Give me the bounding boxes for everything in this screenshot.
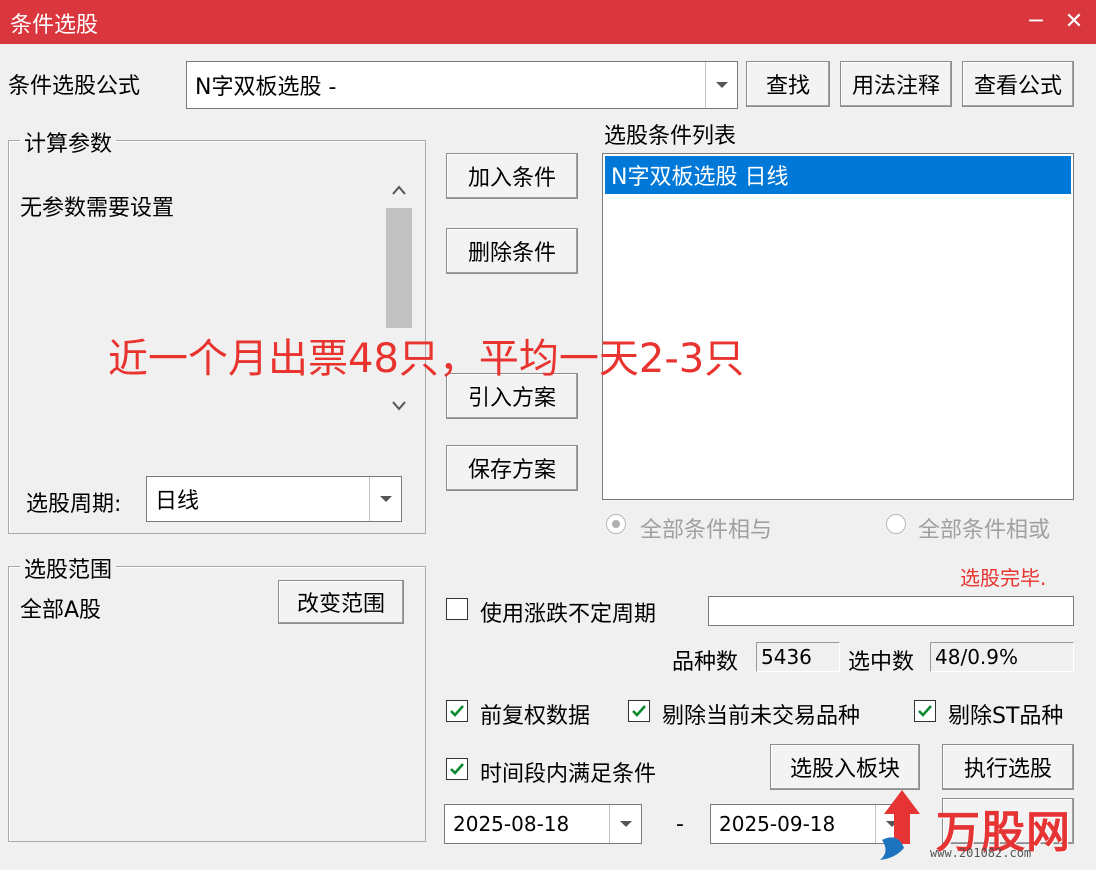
scroll-down-icon[interactable]	[391, 400, 407, 412]
selected-value: 48/0.9%	[930, 642, 1074, 672]
list-item[interactable]: N字双板选股 日线	[605, 156, 1071, 194]
adjust-checkbox[interactable]	[446, 700, 468, 722]
check-icon	[450, 705, 464, 717]
add-to-block-button[interactable]: 选股入板块	[770, 744, 920, 790]
chevron-down-icon	[379, 495, 392, 502]
params-scrollbar[interactable]	[384, 172, 414, 424]
variable-period-input[interactable]	[708, 596, 1074, 626]
exclude-untraded-label: 剔除当前未交易品种	[662, 704, 861, 729]
time-range-checkbox[interactable]	[446, 758, 468, 780]
count-label: 品种数	[672, 650, 739, 675]
change-scope-button[interactable]: 改变范围	[278, 580, 404, 624]
formula-value: N字双板选股 -	[195, 75, 337, 100]
check-icon	[918, 705, 932, 717]
variable-period-checkbox[interactable]	[446, 598, 468, 620]
exclude-st-label: 剔除ST品种	[948, 704, 1064, 729]
status-text: 选股完毕.	[960, 566, 1047, 590]
formula-label: 条件选股公式	[8, 74, 141, 99]
period-combobox[interactable]: 日线	[146, 476, 402, 522]
exclude-untraded-checkbox[interactable]	[628, 700, 650, 722]
start-date-picker[interactable]: 2025-08-18	[444, 804, 642, 844]
scope-value: 全部A股	[20, 598, 102, 623]
period-dropdown-arrow[interactable]	[369, 477, 401, 521]
period-value: 日线	[155, 489, 200, 514]
end-date-value: 2025-09-18	[719, 812, 836, 836]
start-date-value: 2025-08-18	[453, 812, 570, 836]
brand-logo-icon	[880, 790, 920, 860]
start-date-dropdown-arrow[interactable]	[609, 805, 641, 843]
scope-group-label: 选股范围	[20, 552, 117, 584]
period-label: 选股周期:	[26, 492, 122, 517]
params-text: 无参数需要设置	[20, 196, 175, 221]
chevron-down-icon	[715, 81, 728, 88]
exclude-st-checkbox[interactable]	[914, 700, 936, 722]
count-value: 5436	[756, 642, 840, 672]
title-bar	[0, 0, 1096, 44]
minimize-button[interactable]: ─	[1016, 0, 1056, 44]
save-plan-button[interactable]: 保存方案	[446, 445, 578, 491]
usage-notes-button[interactable]: 用法注释	[840, 61, 952, 107]
window-title: 条件选股	[10, 13, 99, 38]
params-group-label: 计算参数	[20, 126, 117, 158]
formula-combobox[interactable]: N字双板选股 -	[186, 61, 738, 109]
overlay-annotation: 近一个月出票48只，平均一天2-3只	[108, 336, 745, 382]
close-button[interactable]: ✕	[1054, 0, 1094, 44]
add-condition-button[interactable]: 加入条件	[446, 153, 578, 199]
variable-period-label: 使用涨跌不定周期	[480, 602, 657, 627]
scroll-up-icon[interactable]	[391, 184, 407, 196]
scrollbar-thumb[interactable]	[386, 208, 412, 328]
radio-or[interactable]	[886, 514, 906, 534]
radio-and-label: 全部条件相与	[640, 518, 773, 543]
check-icon	[632, 705, 646, 717]
date-separator: -	[676, 812, 684, 837]
view-formula-button[interactable]: 查看公式	[962, 61, 1074, 107]
radio-and[interactable]	[606, 514, 626, 534]
find-button[interactable]: 查找	[746, 61, 830, 107]
delete-condition-button[interactable]: 删除条件	[446, 228, 578, 274]
adjust-label: 前复权数据	[480, 704, 591, 729]
brand-url: www.201082.com	[930, 846, 1032, 860]
conditions-list-label: 选股条件列表	[604, 124, 737, 149]
radio-or-label: 全部条件相或	[918, 518, 1051, 543]
selected-label: 选中数	[848, 650, 915, 675]
time-range-label: 时间段内满足条件	[480, 762, 657, 787]
chevron-down-icon	[619, 820, 632, 827]
check-icon	[450, 763, 464, 775]
formula-dropdown-arrow[interactable]	[705, 62, 737, 108]
run-selection-button[interactable]: 执行选股	[942, 744, 1074, 790]
